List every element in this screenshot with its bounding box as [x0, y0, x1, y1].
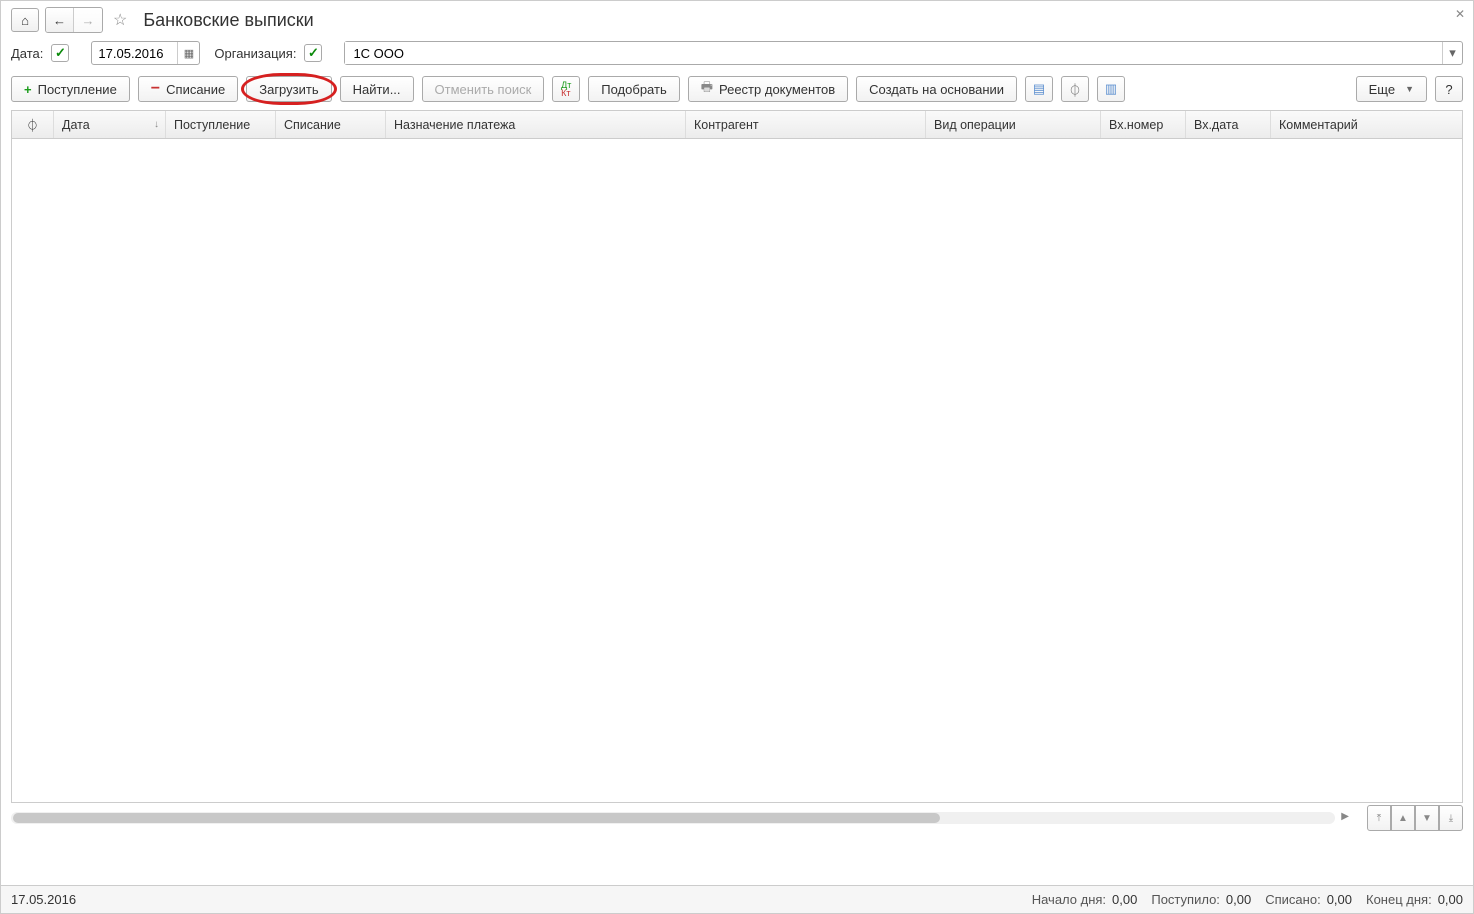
outflow-button[interactable]: − Списание	[138, 76, 238, 102]
date-input[interactable]	[92, 46, 177, 61]
statements-grid: ⏀ Дата↓ Поступление Списание Назначение …	[11, 110, 1463, 803]
chevron-down-icon: ▼	[1405, 84, 1414, 94]
grid-body	[12, 139, 1462, 802]
page-button[interactable]: ▤	[1025, 76, 1053, 102]
registry-button[interactable]: 🖶 Реестр документов	[688, 76, 848, 102]
scroll-down-button[interactable]: ▼	[1415, 805, 1439, 831]
scroll-up-button[interactable]: ▲	[1391, 805, 1415, 831]
plus-icon: +	[24, 82, 32, 97]
pick-button[interactable]: Подобрать	[588, 76, 679, 102]
end-value: 0,00	[1438, 892, 1463, 907]
org-filter-checkbox[interactable]: ✓	[304, 44, 322, 62]
status-bar: 17.05.2016 Начало дня: 0,00 Поступило: 0,0…	[1, 885, 1473, 913]
col-attach[interactable]: ⏀	[12, 111, 54, 138]
dtkt-icon: ДᴛКᴛ	[561, 81, 571, 97]
help-button[interactable]: ?	[1435, 76, 1463, 102]
registry-label: Реестр документов	[719, 82, 835, 97]
close-icon[interactable]: ✕	[1455, 7, 1465, 21]
scroll-bottom-button[interactable]: ⤓	[1439, 805, 1463, 831]
col-purpose[interactable]: Назначение платежа	[386, 111, 686, 138]
print-icon: 🖶	[701, 78, 713, 100]
more-label: Еще	[1369, 82, 1395, 97]
create-based-label: Создать на основании	[869, 82, 1004, 97]
inflow-label: Поступление	[38, 82, 117, 97]
more-button[interactable]: Еще ▼	[1356, 76, 1427, 102]
col-in-date[interactable]: Вх.дата	[1186, 111, 1271, 138]
scroll-right-icon[interactable]: ▶	[1341, 811, 1349, 822]
date-field[interactable]: ▦	[91, 41, 200, 65]
in-label: Поступило:	[1151, 892, 1220, 907]
date-filter-checkbox[interactable]: ✓	[51, 44, 69, 62]
home-button[interactable]: ⌂	[11, 8, 39, 32]
col-inflow[interactable]: Поступление	[166, 111, 276, 138]
sort-down-icon: ↓	[154, 119, 159, 130]
org-filter-label: Организация:	[214, 46, 296, 61]
organization-input[interactable]	[345, 42, 1442, 64]
chevron-down-icon[interactable]: ▾	[1442, 42, 1462, 64]
col-comment[interactable]: Комментарий	[1271, 111, 1462, 138]
attach-button[interactable]: ⏀	[1061, 76, 1089, 102]
begin-label: Начало дня:	[1032, 892, 1106, 907]
forward-button[interactable]: →	[74, 8, 102, 32]
create-based-button[interactable]: Создать на основании	[856, 76, 1017, 102]
cancel-search-button[interactable]: Отменить поиск	[422, 76, 545, 102]
find-label: Найти...	[353, 82, 401, 97]
out-label: Списано:	[1265, 892, 1320, 907]
arrow-right-icon: →	[82, 13, 95, 28]
scrollbar-thumb[interactable]	[13, 813, 940, 823]
calendar-icon[interactable]: ▦	[177, 42, 199, 64]
back-button[interactable]: ←	[46, 8, 74, 32]
arrow-left-icon: ←	[53, 13, 66, 28]
grid-header: ⏀ Дата↓ Поступление Списание Назначение …	[12, 111, 1462, 139]
outflow-label: Списание	[166, 82, 225, 97]
page-icon: ▤	[1033, 81, 1045, 97]
in-value: 0,00	[1226, 892, 1251, 907]
minus-icon: −	[151, 80, 160, 98]
scroll-top-button[interactable]: ⤒	[1367, 805, 1391, 831]
col-date[interactable]: Дата↓	[54, 111, 166, 138]
favorite-star-icon[interactable]: ☆	[113, 10, 127, 30]
col-in-number[interactable]: Вх.номер	[1101, 111, 1186, 138]
col-op-type[interactable]: Вид операции	[926, 111, 1101, 138]
out-value: 0,00	[1327, 892, 1352, 907]
organization-field[interactable]: ▾	[344, 41, 1463, 65]
list-button[interactable]: ▥	[1097, 76, 1125, 102]
col-outflow[interactable]: Списание	[276, 111, 386, 138]
home-icon: ⌂	[21, 13, 29, 28]
end-label: Конец дня:	[1366, 892, 1432, 907]
horizontal-scrollbar[interactable]: ▶	[11, 812, 1335, 824]
col-counterparty[interactable]: Контрагент	[686, 111, 926, 138]
begin-value: 0,00	[1112, 892, 1137, 907]
load-label: Загрузить	[259, 82, 318, 97]
cancel-search-label: Отменить поиск	[435, 82, 532, 97]
paperclip-icon: ⏀	[1069, 80, 1082, 99]
date-filter-label: Дата:	[11, 46, 43, 61]
load-button[interactable]: Загрузить	[246, 76, 331, 102]
find-button[interactable]: Найти...	[340, 76, 414, 102]
status-date: 17.05.2016	[11, 892, 76, 907]
inflow-button[interactable]: + Поступление	[11, 76, 130, 102]
help-icon: ?	[1445, 82, 1452, 97]
pick-label: Подобрать	[601, 82, 666, 97]
page-title: Банковские выписки	[143, 10, 313, 31]
list-icon: ▥	[1105, 81, 1117, 97]
dtkt-button[interactable]: ДᴛКᴛ	[552, 76, 580, 102]
